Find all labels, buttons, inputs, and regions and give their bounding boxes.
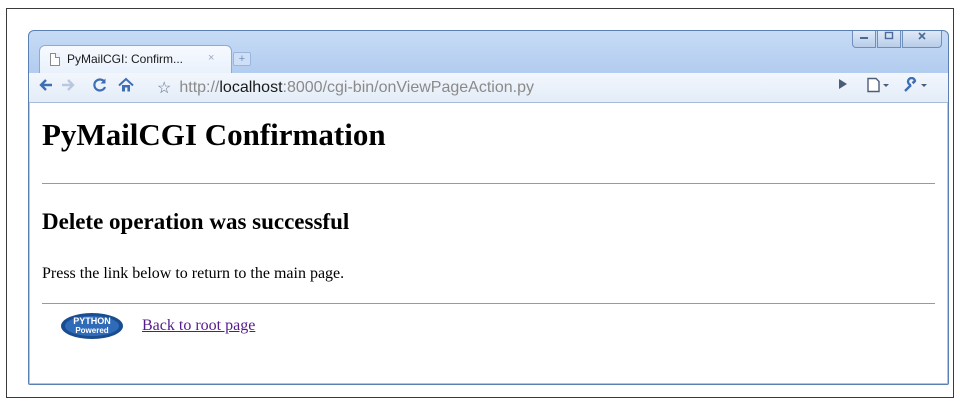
play-icon[interactable] xyxy=(835,77,851,97)
close-window-button[interactable] xyxy=(902,31,942,48)
close-icon xyxy=(918,32,926,40)
page-title: PyMailCGI Confirmation xyxy=(42,117,386,152)
back-to-root-link[interactable]: Back to root page xyxy=(142,317,255,335)
window-controls xyxy=(851,31,942,49)
url-text[interactable]: http://localhost:8000/cgi-bin/onViewPage… xyxy=(179,79,534,97)
maximize-icon xyxy=(884,31,894,40)
address-bar[interactable]: ☆ http://localhost:8000/cgi-bin/onViewPa… xyxy=(157,77,829,99)
home-icon[interactable] xyxy=(117,77,135,97)
back-arrow-icon[interactable] xyxy=(37,77,55,97)
reload-icon[interactable] xyxy=(91,77,109,97)
new-tab-button[interactable]: + xyxy=(233,52,251,66)
divider-bottom xyxy=(42,303,935,304)
logo-text-line1: PYTHON xyxy=(73,316,111,326)
titlebar: PyMailCGI: Confirm... × + xyxy=(29,31,948,75)
browser-tab[interactable]: PyMailCGI: Confirm... × xyxy=(39,45,232,73)
page-content: PyMailCGI Confirmation Delete operation … xyxy=(30,103,947,383)
url-host: localhost xyxy=(219,79,283,96)
python-powered-logo-icon: PYTHON Powered xyxy=(61,313,123,339)
url-protocol: http:// xyxy=(179,79,220,96)
status-heading: Delete operation was successful xyxy=(42,209,350,234)
maximize-button[interactable] xyxy=(877,31,901,48)
page-icon xyxy=(50,53,60,66)
tab-title: PyMailCGI: Confirm... xyxy=(67,52,184,66)
navigation-toolbar: ☆ http://localhost:8000/cgi-bin/onViewPa… xyxy=(29,73,948,103)
minimize-icon xyxy=(860,37,868,39)
instructions-text: Press the link below to return to the ma… xyxy=(42,265,345,282)
url-path: :8000/cgi-bin/onViewPageAction.py xyxy=(282,79,534,96)
divider-top xyxy=(42,183,935,184)
forward-arrow-icon[interactable] xyxy=(59,77,77,97)
logo-text-line2: Powered xyxy=(75,326,108,335)
star-icon[interactable]: ☆ xyxy=(157,78,171,98)
tab-close-icon[interactable]: × xyxy=(208,52,214,64)
browser-window: PyMailCGI: Confirm... × + ☆ http://local… xyxy=(28,30,949,385)
page-menu-icon[interactable] xyxy=(865,77,893,97)
minimize-button[interactable] xyxy=(852,31,876,48)
wrench-icon[interactable] xyxy=(901,76,931,97)
